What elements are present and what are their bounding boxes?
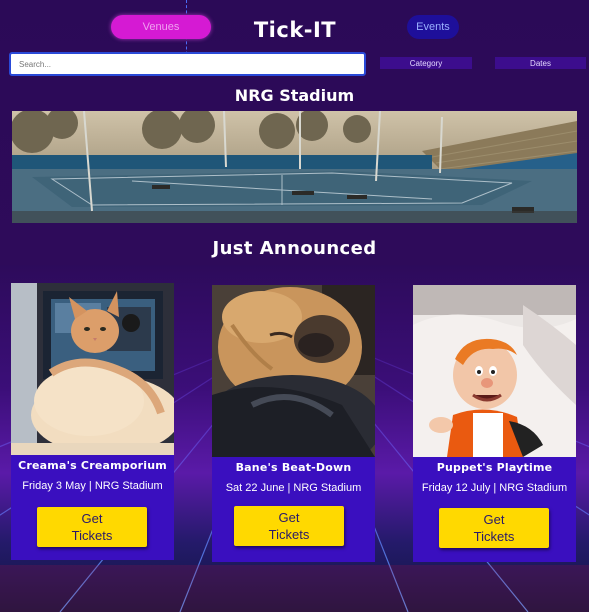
get-tickets-button[interactable]: Get Tickets	[37, 507, 147, 547]
get-tickets-button[interactable]: Get Tickets	[439, 508, 549, 548]
venues-button[interactable]: Venues	[111, 15, 211, 39]
event-name[interactable]: Creama's Creamporium	[11, 459, 174, 472]
event-name[interactable]: Bane's Beat-Down	[212, 461, 375, 474]
event-date: Friday 3 May | NRG Stadium	[22, 480, 163, 492]
events-button[interactable]: Events	[407, 15, 459, 39]
venue-title: NRG Stadium	[234, 86, 355, 105]
event-image-cat	[11, 283, 174, 455]
event-card[interactable]: Bane's Beat-Down Sat 22 June | NRG Stadi…	[212, 285, 375, 562]
event-image-dog	[212, 285, 375, 457]
search-input[interactable]	[9, 52, 366, 76]
event-card[interactable]: Puppet's Playtime Friday 12 July | NRG S…	[413, 285, 576, 562]
event-image-puppet	[413, 285, 576, 457]
event-card[interactable]: Creama's Creamporium Friday 3 May | NRG …	[11, 283, 174, 560]
venue-photo	[12, 111, 577, 223]
event-date: Friday 12 July | NRG Stadium	[421, 482, 568, 494]
event-name[interactable]: Puppet's Playtime	[413, 461, 576, 474]
get-tickets-button[interactable]: Get Tickets	[234, 506, 344, 546]
event-date: Sat 22 June | NRG Stadium	[225, 482, 362, 494]
category-filter-button[interactable]: Category	[380, 57, 472, 69]
site-logo[interactable]: Tick-IT	[240, 18, 350, 42]
dates-filter-button[interactable]: Dates	[495, 57, 586, 69]
just-announced-heading: Just Announced	[212, 238, 377, 259]
